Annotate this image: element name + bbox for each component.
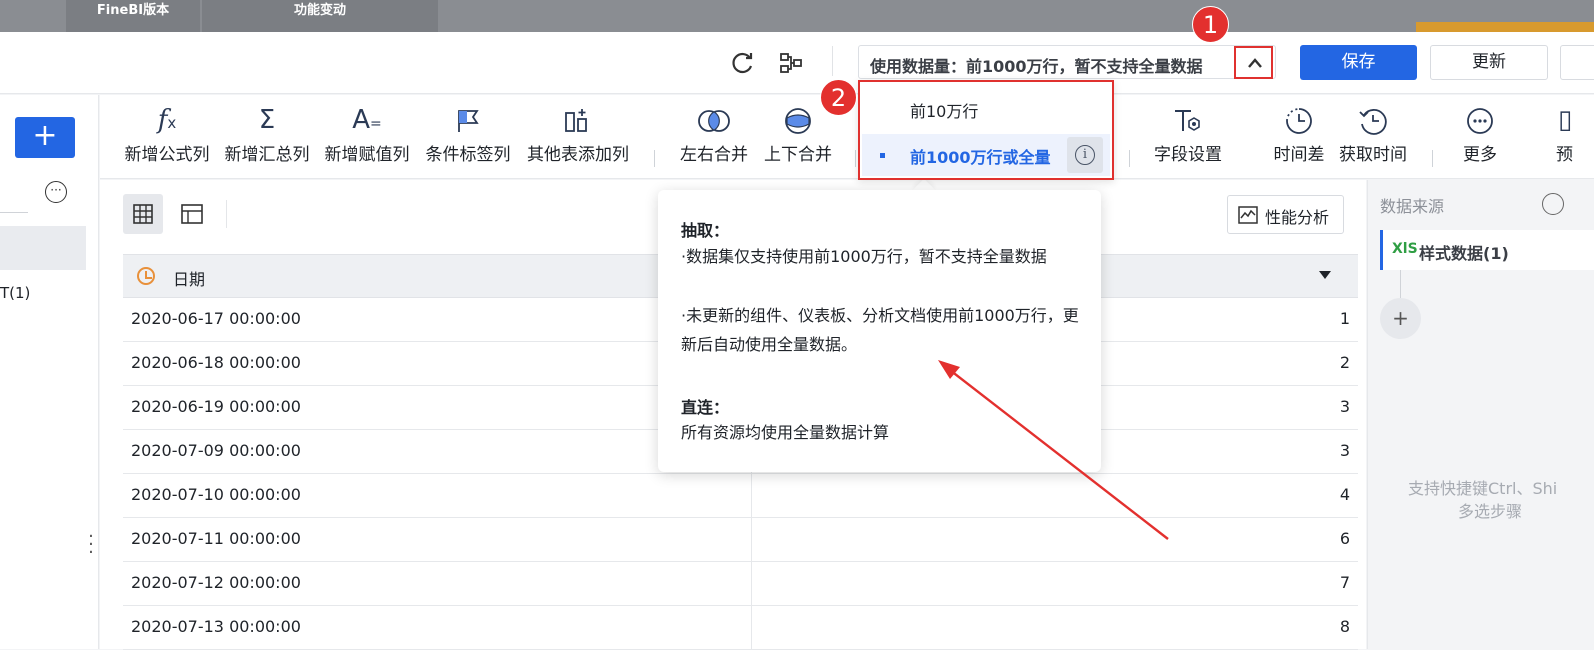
tool-field-settings[interactable]: 字段设置 <box>1150 100 1226 165</box>
option-top-10m-or-full[interactable]: 前1000万行或全量 i <box>862 134 1110 176</box>
chevron-up-icon <box>1248 58 1262 68</box>
tool-add-formula-column[interactable]: fx 新增公式列 <box>122 100 212 165</box>
tool-add-assign-column[interactable]: A= 新增赋值列 <box>322 100 412 165</box>
preview-icon: ▯ <box>1558 105 1573 135</box>
toolbar-divider <box>1432 150 1433 167</box>
left-selected-item[interactable] <box>0 226 86 270</box>
merge-lr-icon <box>676 100 752 140</box>
history-icon[interactable] <box>1542 193 1564 215</box>
annotation-arrow <box>938 360 1169 540</box>
date-type-icon <box>137 267 155 285</box>
data-source-title: 数据来源 <box>1380 197 1445 216</box>
banner-tab-version[interactable]: FineBI版本 <box>66 0 200 32</box>
add-source-button[interactable]: + <box>1380 298 1421 339</box>
flag-icon <box>422 100 514 140</box>
tool-get-time[interactable]: 获取时间 <box>1334 100 1412 165</box>
save-button[interactable]: 保存 <box>1300 45 1417 80</box>
lineage-icon[interactable] <box>778 50 804 76</box>
layout-icon <box>181 204 203 224</box>
tooltip-text: ·数据集仅支持使用前1000万行，暂不支持全量数据 <box>681 247 1047 266</box>
grid-icon <box>133 204 153 224</box>
tooltip-heading-extract: 抽取： <box>681 221 730 240</box>
info-button[interactable]: i <box>1067 137 1103 173</box>
grid-view-button[interactable] <box>123 194 163 234</box>
header-extra-button[interactable] <box>1560 45 1594 80</box>
add-column-icon <box>523 100 633 140</box>
data-mode-select[interactable]: 使用数据量：前1000万行，暂不支持全量数据 <box>858 45 1276 79</box>
chart-icon <box>1238 206 1258 224</box>
column-header-date: 日期 <box>173 270 206 289</box>
info-icon: i <box>1075 145 1095 165</box>
selected-indicator <box>880 153 885 158</box>
tooltip-heading-direct: 直连： <box>681 398 730 417</box>
excel-icon: XlS <box>1392 241 1418 257</box>
left-panel <box>0 95 99 649</box>
layout-view-button[interactable] <box>172 194 212 234</box>
more-icon <box>1450 100 1510 140</box>
toolbar-divider <box>654 150 655 167</box>
tool-add-summary-column[interactable]: Σ 新增汇总列 <box>222 100 312 165</box>
tool-more[interactable]: 更多 <box>1450 100 1510 165</box>
update-button[interactable]: 更新 <box>1430 45 1548 80</box>
tooltip-text: ·未更新的组件、仪表板、分析文档使用前1000万行，更新后自动使用全量数据。 <box>681 306 1079 354</box>
toolbar-divider <box>855 150 856 167</box>
step-badge-2: 2 <box>820 79 857 116</box>
performance-analysis-button[interactable]: 性能分析 <box>1227 195 1344 234</box>
left-table-item[interactable]: T(1) <box>0 284 30 302</box>
data-mode-label: 使用数据量：前1000万行，暂不支持全量数据 <box>870 57 1203 76</box>
connector-line <box>1400 270 1401 300</box>
tool-time-difference[interactable]: 时间差 <box>1265 100 1333 165</box>
data-mode-toggle-button[interactable] <box>1234 46 1273 79</box>
toolbar-divider <box>1129 150 1130 167</box>
add-step-button[interactable]: + <box>15 117 75 158</box>
refresh-icon[interactable] <box>730 50 756 76</box>
left-search-underline <box>0 212 28 213</box>
option-top-100k[interactable]: 前10万行 <box>910 98 978 122</box>
formula-icon: fx <box>157 105 177 135</box>
data-source-name: 样式数据(1) <box>1419 244 1509 263</box>
shortcut-hint: 支持快捷键Ctrl、Shi <box>1408 479 1558 498</box>
step-badge-1: 1 <box>1192 6 1229 43</box>
table-row: 2020-07-12 00:00:00 7 <box>123 562 1358 606</box>
get-time-icon <box>1334 100 1412 140</box>
assign-icon: A= <box>352 105 382 135</box>
data-mode-dropdown: 前10万行 前1000万行或全量 i <box>858 80 1114 180</box>
header-divider <box>832 46 833 76</box>
table-row: 2020-07-13 00:00:00 8 <box>123 606 1358 650</box>
banner-accent <box>1416 22 1594 32</box>
more-options-icon[interactable]: ··· <box>45 181 67 203</box>
tool-add-column-from-other-table[interactable]: 其他表添加列 <box>523 100 633 165</box>
tool-preview[interactable]: ▯ 预 <box>1552 100 1594 165</box>
tool-condition-label-column[interactable]: 条件标签列 <box>422 100 514 165</box>
shortcut-hint-line2: 多选步骤 <box>1458 502 1523 521</box>
field-settings-icon <box>1150 100 1226 140</box>
sort-dropdown-icon[interactable] <box>1319 271 1331 279</box>
time-diff-icon <box>1265 100 1333 140</box>
top-banner: FineBI版本 功能变动 <box>0 0 1594 32</box>
resize-handle-icon[interactable]: · · · <box>86 528 96 562</box>
banner-tab-changes[interactable]: 功能变动 <box>202 0 438 32</box>
view-divider <box>226 200 227 228</box>
data-source-item[interactable]: XlS 样式数据(1) <box>1380 230 1594 270</box>
sigma-icon: Σ <box>258 105 276 135</box>
tool-merge-left-right[interactable]: 左右合并 <box>676 100 752 165</box>
